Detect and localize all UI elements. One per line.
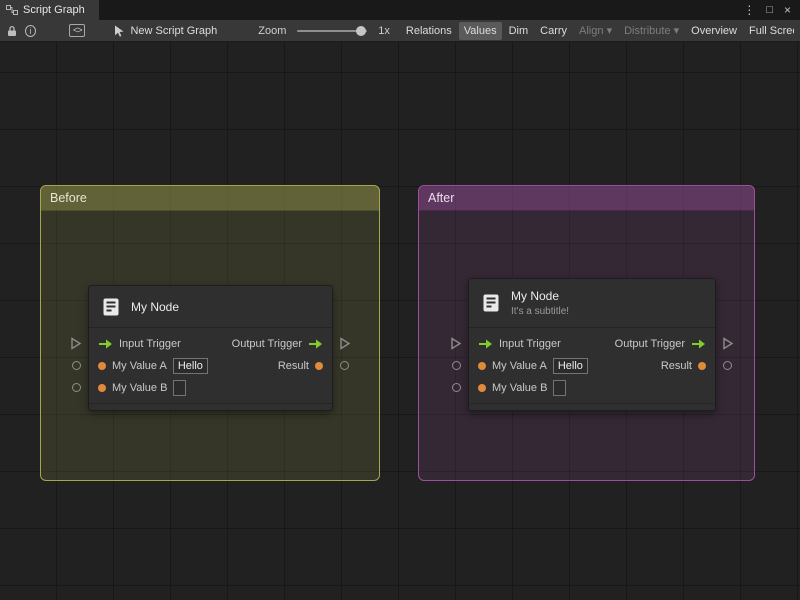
- node-my-node[interactable]: My Node It's a subtitle! Input Trigger O…: [468, 278, 716, 411]
- node-footer: [469, 403, 715, 410]
- graph-name-label[interactable]: New Script Graph: [130, 25, 217, 37]
- edit-source-icon[interactable]: <>: [68, 24, 86, 37]
- external-trigger-out-port[interactable]: [339, 337, 351, 350]
- relations-button[interactable]: Relations: [401, 22, 457, 40]
- carry-button[interactable]: Carry: [535, 22, 572, 40]
- node-subtitle: It's a subtitle!: [511, 305, 570, 317]
- overview-button[interactable]: Overview: [686, 22, 742, 40]
- node-title: My Node: [131, 299, 180, 314]
- tab-strip-spacer: [99, 0, 735, 20]
- group-title: After: [428, 191, 455, 205]
- align-button[interactable]: Align ▾: [574, 21, 617, 40]
- zoom-slider-handle[interactable]: [356, 25, 367, 36]
- kebab-menu-icon[interactable]: ⋮: [743, 4, 755, 16]
- info-icon[interactable]: i: [25, 24, 36, 37]
- trigger-in-icon[interactable]: [98, 339, 113, 349]
- external-trigger-out-port[interactable]: [722, 337, 734, 350]
- value-port-icon[interactable]: [478, 384, 486, 392]
- chevron-down-icon: ▾: [673, 25, 680, 37]
- port-label: Result: [277, 360, 309, 372]
- port-label: Input Trigger: [119, 338, 181, 350]
- port-label: Input Trigger: [499, 338, 561, 350]
- distribute-button[interactable]: Distribute ▾: [619, 21, 684, 40]
- port-label: My Value B: [112, 382, 168, 394]
- tab-title: Script Graph: [23, 4, 85, 16]
- value-port-icon[interactable]: [698, 362, 706, 370]
- trigger-out-icon[interactable]: [308, 339, 323, 349]
- node-after-wrap: My Node It's a subtitle! Input Trigger O…: [451, 278, 734, 411]
- port-row: Input Trigger Output Trigger: [89, 333, 332, 355]
- fullscreen-button[interactable]: Full Screen: [744, 22, 794, 40]
- node-header[interactable]: My Node It's a subtitle!: [469, 279, 715, 328]
- port-label: Result: [660, 360, 692, 372]
- node-my-node[interactable]: My Node Input Trigger Output Trigger My …: [88, 285, 333, 411]
- node-before-wrap: My Node Input Trigger Output Trigger My …: [71, 285, 351, 411]
- external-value-port[interactable]: [723, 361, 732, 370]
- maximize-icon[interactable]: □: [766, 4, 773, 16]
- zoom-slider[interactable]: [297, 25, 368, 36]
- trigger-in-icon[interactable]: [478, 339, 493, 349]
- value-b-field[interactable]: [553, 380, 567, 396]
- zoom-label: Zoom: [258, 24, 287, 37]
- external-value-port[interactable]: [72, 383, 81, 392]
- tab-bar: Script Graph ⋮ □ ×: [0, 0, 800, 20]
- port-label: My Value B: [492, 382, 548, 394]
- graph-canvas[interactable]: Before After My Node Input Trigger Outpu…: [0, 42, 800, 600]
- script-graph-icon: [6, 4, 18, 16]
- value-a-field[interactable]: Hello: [552, 358, 588, 374]
- value-port-icon[interactable]: [98, 362, 106, 370]
- graph-toolbar: i <> New Script Graph Zoom 1x Relations …: [0, 20, 800, 42]
- node-footer: [89, 403, 332, 410]
- port-label: Output Trigger: [614, 338, 685, 350]
- group-after-header[interactable]: After: [419, 186, 754, 211]
- unit-icon: [100, 296, 122, 318]
- pointer-icon: [114, 25, 125, 37]
- external-value-port[interactable]: [452, 383, 461, 392]
- dim-button[interactable]: Dim: [504, 22, 534, 40]
- external-value-port[interactable]: [340, 361, 349, 370]
- port-label: My Value A: [112, 360, 167, 372]
- value-a-field[interactable]: Hello: [172, 358, 208, 374]
- group-title: Before: [50, 191, 87, 205]
- port-row: My Value A Hello Result: [469, 355, 715, 377]
- lock-icon[interactable]: [6, 25, 18, 37]
- external-trigger-in-port[interactable]: [70, 337, 82, 350]
- chevron-down-icon: ▾: [606, 25, 613, 37]
- external-value-port[interactable]: [452, 361, 461, 370]
- external-value-port[interactable]: [72, 361, 81, 370]
- tab-script-graph[interactable]: Script Graph: [0, 0, 99, 20]
- port-row: My Value B: [469, 377, 715, 399]
- port-label: My Value A: [492, 360, 547, 372]
- value-port-icon[interactable]: [98, 384, 106, 392]
- port-label: Output Trigger: [231, 338, 302, 350]
- value-b-field[interactable]: [173, 380, 187, 396]
- value-port-icon[interactable]: [478, 362, 486, 370]
- value-port-icon[interactable]: [315, 362, 323, 370]
- port-row: My Value A Hello Result: [89, 355, 332, 377]
- unit-icon: [480, 292, 502, 314]
- trigger-out-icon[interactable]: [691, 339, 706, 349]
- node-header[interactable]: My Node: [89, 286, 332, 328]
- zoom-value: 1x: [378, 24, 390, 37]
- external-trigger-in-port[interactable]: [450, 337, 462, 350]
- group-before-header[interactable]: Before: [41, 186, 379, 211]
- port-row: My Value B: [89, 377, 332, 399]
- node-title: My Node: [511, 288, 560, 303]
- values-button[interactable]: Values: [458, 21, 502, 40]
- port-row: Input Trigger Output Trigger: [469, 333, 715, 355]
- close-icon[interactable]: ×: [784, 4, 791, 16]
